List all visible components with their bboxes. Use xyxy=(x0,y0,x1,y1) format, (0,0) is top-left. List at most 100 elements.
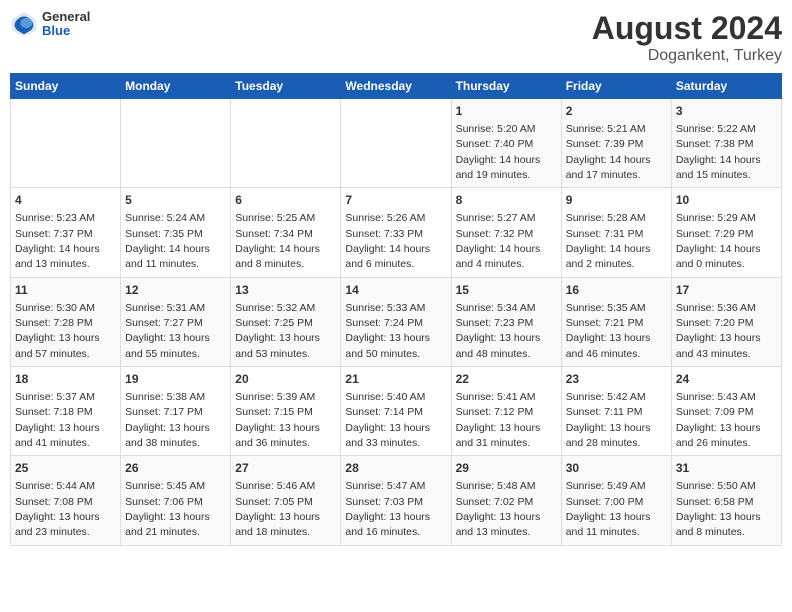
day-number: 27 xyxy=(235,460,336,477)
calendar-cell: 2Sunrise: 5:21 AMSunset: 7:39 PMDaylight… xyxy=(561,99,671,188)
title-block: August 2024 Dogankent, Turkey xyxy=(592,10,782,65)
calendar-cell: 15 Sunrise: 5:34 AMSunset: 7:23 PMDayligh… xyxy=(451,277,561,366)
calendar-cell: 30 Sunrise: 5:49 AMSunset: 7:00 PMDayligh… xyxy=(561,456,671,545)
day-number: 18 xyxy=(15,371,116,388)
logo-general-text: General xyxy=(42,10,90,24)
day-number: 17 xyxy=(676,282,777,299)
day-number: 13 xyxy=(235,282,336,299)
calendar-cell: 27 Sunrise: 5:46 AMSunset: 7:05 PMDayligh… xyxy=(231,456,341,545)
day-number: 6 xyxy=(235,192,336,209)
calendar-cell: 9Sunrise: 5:28 AMSunset: 7:31 PMDaylight… xyxy=(561,188,671,277)
sunrise-info: Sunrise: 5:21 AMSunset: 7:39 PMDaylight:… xyxy=(566,123,651,181)
calendar-header: SundayMondayTuesdayWednesdayThursdayFrid… xyxy=(11,74,782,99)
calendar-cell: 20Sunrise: 5:39 AMSunset: 7:15 PMDayligh… xyxy=(231,367,341,456)
sunrise-info: Sunrise: 5:31 AMSunset: 7:27 PMDaylight:… xyxy=(125,302,210,360)
sunrise-info: Sunrise: 5:41 AMSunset: 7:12 PMDaylight:… xyxy=(456,391,541,449)
day-number: 25 xyxy=(15,460,116,477)
sunrise-info: Sunrise: 5:20 AMSunset: 7:40 PMDaylight:… xyxy=(456,123,541,181)
day-number: 15 xyxy=(456,282,557,299)
sunrise-info: Sunrise: 5:32 AMSunset: 7:25 PMDaylight:… xyxy=(235,302,320,360)
calendar-cell: 16 Sunrise: 5:35 AMSunset: 7:21 PMDayligh… xyxy=(561,277,671,366)
calendar-cell: 12 Sunrise: 5:31 AMSunset: 7:27 PMDayligh… xyxy=(121,277,231,366)
weekday-header: Wednesday xyxy=(341,74,451,99)
sunrise-info: Sunrise: 5:22 AMSunset: 7:38 PMDaylight:… xyxy=(676,123,761,181)
day-number: 8 xyxy=(456,192,557,209)
sunrise-info: Sunrise: 5:24 AMSunset: 7:35 PMDaylight:… xyxy=(125,212,210,270)
day-number: 20 xyxy=(235,371,336,388)
sunrise-info: Sunrise: 5:35 AMSunset: 7:21 PMDaylight:… xyxy=(566,302,651,360)
sunrise-info: Sunrise: 5:43 AMSunset: 7:09 PMDaylight:… xyxy=(676,391,761,449)
sunrise-info: Sunrise: 5:26 AMSunset: 7:33 PMDaylight:… xyxy=(345,212,430,270)
sunrise-info: Sunrise: 5:33 AMSunset: 7:24 PMDaylight:… xyxy=(345,302,430,360)
calendar-cell xyxy=(341,99,451,188)
calendar-cell: 23 Sunrise: 5:42 AMSunset: 7:11 PMDayligh… xyxy=(561,367,671,456)
calendar-cell xyxy=(231,99,341,188)
day-number: 22 xyxy=(456,371,557,388)
day-number: 12 xyxy=(125,282,226,299)
calendar-table: SundayMondayTuesdayWednesdayThursdayFrid… xyxy=(10,73,782,546)
sunrise-info: Sunrise: 5:34 AMSunset: 7:23 PMDaylight:… xyxy=(456,302,541,360)
weekday-header-row: SundayMondayTuesdayWednesdayThursdayFrid… xyxy=(11,74,782,99)
weekday-header: Tuesday xyxy=(231,74,341,99)
sunrise-info: Sunrise: 5:29 AMSunset: 7:29 PMDaylight:… xyxy=(676,212,761,270)
calendar-week-row: 1 Sunrise: 5:20 AMSunset: 7:40 PMDaylight… xyxy=(11,99,782,188)
day-number: 21 xyxy=(345,371,446,388)
day-number: 9 xyxy=(566,192,667,209)
sunrise-info: Sunrise: 5:27 AMSunset: 7:32 PMDaylight:… xyxy=(456,212,541,270)
calendar-cell: 1 Sunrise: 5:20 AMSunset: 7:40 PMDaylight… xyxy=(451,99,561,188)
day-number: 24 xyxy=(676,371,777,388)
calendar-cell: 5 Sunrise: 5:24 AMSunset: 7:35 PMDaylight… xyxy=(121,188,231,277)
page-header: General Blue August 2024 Dogankent, Turk… xyxy=(10,10,782,65)
calendar-week-row: 25 Sunrise: 5:44 AMSunset: 7:08 PMDayligh… xyxy=(11,456,782,545)
calendar-cell xyxy=(11,99,121,188)
day-number: 23 xyxy=(566,371,667,388)
weekday-header: Friday xyxy=(561,74,671,99)
calendar-cell: 8 Sunrise: 5:27 AMSunset: 7:32 PMDaylight… xyxy=(451,188,561,277)
day-number: 5 xyxy=(125,192,226,209)
weekday-header: Saturday xyxy=(671,74,781,99)
sunrise-info: Sunrise: 5:25 AMSunset: 7:34 PMDaylight:… xyxy=(235,212,320,270)
sunrise-info: Sunrise: 5:44 AMSunset: 7:08 PMDaylight:… xyxy=(15,480,100,538)
calendar-week-row: 4 Sunrise: 5:23 AMSunset: 7:37 PMDaylight… xyxy=(11,188,782,277)
day-number: 10 xyxy=(676,192,777,209)
calendar-cell: 14Sunrise: 5:33 AMSunset: 7:24 PMDayligh… xyxy=(341,277,451,366)
calendar-cell xyxy=(121,99,231,188)
page-title: August 2024 xyxy=(592,10,782,47)
calendar-week-row: 18 Sunrise: 5:37 AMSunset: 7:18 PMDayligh… xyxy=(11,367,782,456)
sunrise-info: Sunrise: 5:37 AMSunset: 7:18 PMDaylight:… xyxy=(15,391,100,449)
sunrise-info: Sunrise: 5:50 AMSunset: 6:58 PMDaylight:… xyxy=(676,480,761,538)
sunrise-info: Sunrise: 5:45 AMSunset: 7:06 PMDaylight:… xyxy=(125,480,210,538)
sunrise-info: Sunrise: 5:49 AMSunset: 7:00 PMDaylight:… xyxy=(566,480,651,538)
day-number: 7 xyxy=(345,192,446,209)
day-number: 31 xyxy=(676,460,777,477)
calendar-cell: 29Sunrise: 5:48 AMSunset: 7:02 PMDayligh… xyxy=(451,456,561,545)
logo-icon xyxy=(10,10,38,38)
calendar-cell: 3 Sunrise: 5:22 AMSunset: 7:38 PMDaylight… xyxy=(671,99,781,188)
logo-blue-text: Blue xyxy=(42,24,90,38)
calendar-cell: 10 Sunrise: 5:29 AMSunset: 7:29 PMDayligh… xyxy=(671,188,781,277)
calendar-cell: 13 Sunrise: 5:32 AMSunset: 7:25 PMDayligh… xyxy=(231,277,341,366)
day-number: 3 xyxy=(676,103,777,120)
calendar-cell: 7 Sunrise: 5:26 AMSunset: 7:33 PMDaylight… xyxy=(341,188,451,277)
logo: General Blue xyxy=(10,10,90,39)
calendar-cell: 17Sunrise: 5:36 AMSunset: 7:20 PMDayligh… xyxy=(671,277,781,366)
sunrise-info: Sunrise: 5:30 AMSunset: 7:28 PMDaylight:… xyxy=(15,302,100,360)
day-number: 11 xyxy=(15,282,116,299)
calendar-cell: 26Sunrise: 5:45 AMSunset: 7:06 PMDayligh… xyxy=(121,456,231,545)
day-number: 30 xyxy=(566,460,667,477)
day-number: 4 xyxy=(15,192,116,209)
day-number: 29 xyxy=(456,460,557,477)
calendar-cell: 11 Sunrise: 5:30 AMSunset: 7:28 PMDayligh… xyxy=(11,277,121,366)
sunrise-info: Sunrise: 5:23 AMSunset: 7:37 PMDaylight:… xyxy=(15,212,100,270)
sunrise-info: Sunrise: 5:42 AMSunset: 7:11 PMDaylight:… xyxy=(566,391,651,449)
page-subtitle: Dogankent, Turkey xyxy=(592,47,782,65)
calendar-cell: 31 Sunrise: 5:50 AMSunset: 6:58 PMDayligh… xyxy=(671,456,781,545)
calendar-cell: 28Sunrise: 5:47 AMSunset: 7:03 PMDayligh… xyxy=(341,456,451,545)
calendar-cell: 21Sunrise: 5:40 AMSunset: 7:14 PMDayligh… xyxy=(341,367,451,456)
sunrise-info: Sunrise: 5:46 AMSunset: 7:05 PMDaylight:… xyxy=(235,480,320,538)
calendar-week-row: 11 Sunrise: 5:30 AMSunset: 7:28 PMDayligh… xyxy=(11,277,782,366)
day-number: 16 xyxy=(566,282,667,299)
calendar-cell: 22 Sunrise: 5:41 AMSunset: 7:12 PMDayligh… xyxy=(451,367,561,456)
day-number: 1 xyxy=(456,103,557,120)
day-number: 28 xyxy=(345,460,446,477)
